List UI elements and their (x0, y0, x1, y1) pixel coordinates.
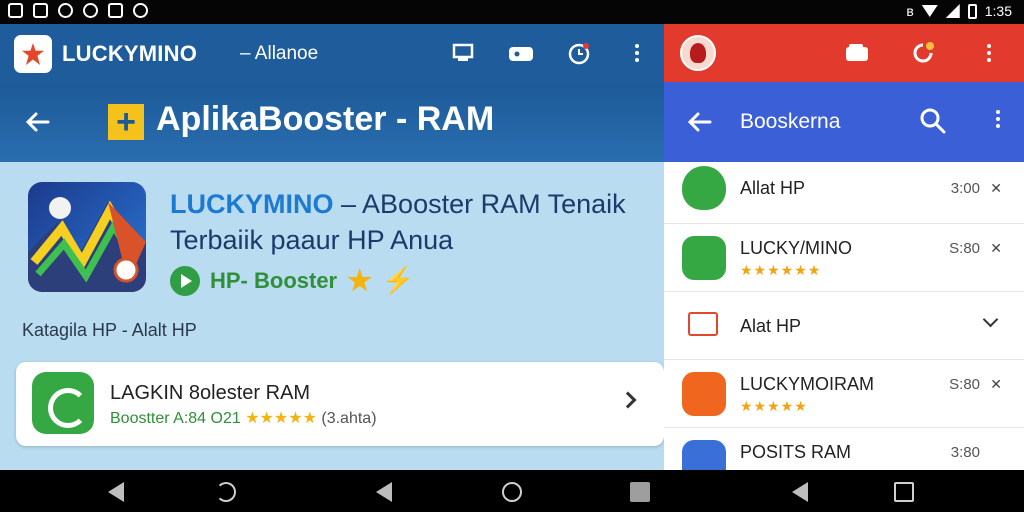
back-nav-icon[interactable] (108, 482, 124, 502)
card-sub-prefix: Boostter A:84 O21 (110, 410, 241, 427)
card-review-count: (3.ahta) (321, 410, 377, 427)
battery-icon (967, 3, 977, 19)
wifi-icon (921, 5, 938, 17)
page-title: AplikaBooster - RAM (156, 100, 495, 138)
card-subtitle: Boostter A:84 O21 ★★★★★ (3.ahta) (110, 408, 377, 428)
list-item[interactable]: POSITS RAM 3:80 (664, 428, 1024, 470)
signal-icon (945, 4, 960, 18)
back-nav-icon[interactable] (792, 482, 808, 502)
play-icon (170, 265, 200, 296)
back-arrow-icon[interactable] (686, 108, 714, 136)
item-name: POSITS RAM (740, 442, 852, 462)
bluetooth-icon: ʙ (906, 3, 914, 19)
item-time: 3:00 (950, 180, 980, 197)
right-app-window: Booskerna Allat HP 3:00 ✕ LUCKY/MINO ★★★… (664, 24, 1024, 470)
hero-tag: HP- Booster ★ ⚡ (170, 264, 415, 297)
right-top-actions (844, 40, 1002, 66)
home-nav-icon[interactable] (502, 482, 522, 502)
avatar[interactable] (680, 35, 716, 71)
app-name: LUCKYMINO (62, 41, 198, 66)
recents-nav-icon[interactable] (630, 482, 650, 502)
list-item[interactable]: LUCKYMOIRAM ★★★★★ S:80 ✕ (664, 360, 1024, 428)
app-card[interactable]: LAGKIN 8olester RAM Boostter A:84 O21 ★★… (16, 362, 664, 446)
right-title-bar: Booskerna (664, 82, 1024, 162)
image-icon (8, 3, 23, 18)
mail-icon (33, 3, 48, 18)
item-rating-stars: ★★★★★★ (740, 262, 822, 278)
notification-badge-icon[interactable] (910, 40, 936, 66)
sync-icon (58, 3, 73, 18)
orange-app-icon (682, 372, 726, 416)
right-top-bar (664, 24, 1024, 82)
item-time: 3:80 (950, 444, 980, 461)
item-name: LUCKY/MINO (740, 238, 853, 258)
status-bar: ʙ 1:35 (0, 0, 1024, 24)
booster-check-icon (32, 372, 94, 434)
app-subtitle: – Allanoe (240, 43, 319, 64)
app-logo (14, 35, 52, 73)
item-name: Alat HP (740, 316, 802, 336)
gamepad-icon[interactable] (508, 40, 534, 66)
hero-brand: LUCKYMINO (170, 189, 334, 219)
navigation-bar (0, 470, 1024, 512)
star-icon: ★ (347, 265, 373, 296)
app-list: Allat HP 3:00 ✕ LUCKY/MINO ★★★★★★ S:80 ✕… (664, 162, 1024, 470)
system-icons: ʙ 1:35 (906, 3, 1012, 19)
hero-title: LUCKYMINO – ABooster RAM Tenaik Terbaiik… (170, 186, 650, 258)
record-icon (133, 3, 148, 18)
blue-app-icon (682, 440, 726, 470)
green-app-icon (682, 236, 726, 280)
back-arrow-icon[interactable] (24, 108, 52, 136)
notification-icons (8, 3, 148, 18)
app-bar-actions (450, 40, 650, 66)
wallet-icon[interactable] (844, 40, 870, 66)
search-icon[interactable] (918, 106, 948, 136)
right-page-title: Booskerna (740, 110, 841, 133)
item-name: Allat HP (740, 178, 806, 198)
more-options-icon[interactable] (996, 110, 1000, 128)
edit-icon (108, 3, 123, 18)
mail-tray-icon (688, 312, 718, 336)
booster-app-icon (28, 182, 146, 292)
plus-badge-icon: + (108, 104, 144, 140)
timer-icon[interactable] (566, 40, 592, 66)
card-rating-stars: ★★★★★ (245, 410, 317, 427)
category-label: Katagila HP - Alalt HP (22, 320, 197, 340)
item-time: S:80 (949, 376, 980, 393)
bolt-icon: ⚡ (382, 265, 415, 295)
chevron-down-icon[interactable] (982, 311, 999, 328)
close-icon[interactable]: ✕ (990, 180, 1002, 197)
close-icon[interactable]: ✕ (990, 376, 1002, 393)
chevron-right-icon[interactable] (619, 391, 637, 409)
back-nav-icon[interactable] (376, 482, 392, 502)
hero-tag-label: HP- Booster (210, 267, 338, 293)
title-bar: + AplikaBooster - RAM (0, 84, 664, 162)
more-options-icon[interactable] (624, 40, 650, 66)
item-name: LUCKYMOIRAM (740, 374, 875, 394)
more-options-icon[interactable] (976, 40, 1002, 66)
status-time: 1:35 (984, 3, 1012, 19)
rotate-icon[interactable] (216, 482, 236, 502)
app-bar: LUCKYMINO – Allanoe (0, 24, 664, 84)
list-item[interactable]: Alat HP (664, 292, 1024, 360)
recents-nav-icon[interactable] (894, 482, 914, 502)
close-icon[interactable]: ✕ (990, 240, 1002, 257)
item-rating-stars: ★★★★★ (740, 398, 808, 414)
green-shield-icon (682, 166, 726, 210)
card-title: LAGKIN 8olester RAM (110, 382, 311, 404)
left-app-window: LUCKYMINO – Allanoe + AplikaBooster - RA… (0, 24, 664, 470)
item-time: S:80 (949, 240, 980, 257)
list-item[interactable]: Allat HP 3:00 ✕ (664, 162, 1024, 224)
cast-icon[interactable] (450, 40, 476, 66)
reddit-icon (83, 3, 98, 18)
list-item[interactable]: LUCKY/MINO ★★★★★★ S:80 ✕ (664, 224, 1024, 292)
